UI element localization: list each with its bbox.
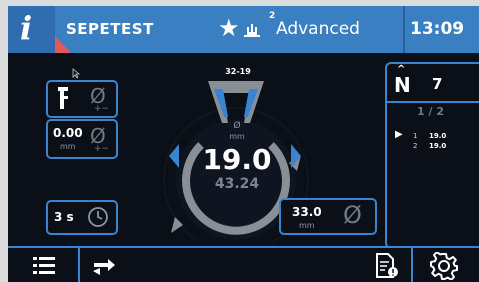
plus-minus-icon: +− [94, 144, 110, 154]
menu-button[interactable] [8, 248, 78, 282]
favorite-star-icon[interactable]: ★ [218, 15, 240, 41]
settings-button[interactable] [413, 248, 479, 282]
diameter-offset-unit: mm [60, 142, 76, 151]
user-level-icon [244, 24, 260, 37]
user-name[interactable]: SEPETEST [66, 20, 154, 38]
bottom-toolbar [8, 246, 479, 282]
screen: i SEPETEST ★ 2 Advanced 13:09 Ø +− 0.00 … [8, 6, 479, 282]
target-diameter-unit: mm [299, 221, 315, 230]
clock-time: 13:09 [410, 19, 465, 39]
tool-select-box[interactable]: Ø +− [46, 80, 118, 118]
dial-diameter-symbol: Ø [233, 121, 241, 131]
jaw-range-label: 32-19 [225, 67, 251, 76]
user-level-label[interactable]: Advanced [276, 19, 360, 39]
hold-time-value: 3 s [54, 210, 74, 224]
header-bar: i SEPETEST ★ 2 Advanced 13:09 [8, 6, 479, 53]
diameter-offset-box[interactable]: 0.00 mm Ø +− [46, 119, 118, 159]
header-divider [403, 6, 405, 53]
plus-minus-icon: +− [94, 104, 110, 114]
hold-time-box[interactable]: 3 s [46, 200, 118, 235]
results-divider [387, 101, 479, 103]
diameter-offset-value: 0.00 [53, 126, 83, 140]
info-button[interactable]: i [8, 6, 55, 53]
warning-triangle-icon [55, 36, 71, 53]
gear-icon [430, 252, 458, 280]
results-row-value: 19.0 [429, 132, 447, 140]
tool-icon [58, 87, 68, 109]
results-row-index: 2 [413, 142, 418, 150]
mouse-cursor-icon [72, 68, 80, 79]
count-value: 7 [432, 75, 443, 93]
list-icon [33, 257, 55, 274]
swap-arrows-icon [93, 259, 115, 275]
clock-icon [88, 207, 108, 227]
diameter-icon: Ø [343, 201, 362, 229]
swap-direction-button[interactable] [80, 248, 140, 282]
target-diameter-value: 33.0 [292, 205, 322, 219]
count-n-icon: ^ N [394, 64, 411, 97]
target-diameter-box[interactable]: 33.0 mm Ø [279, 198, 377, 235]
results-page-indicator: 1 / 2 [417, 105, 444, 118]
results-row-index: 1 [413, 132, 418, 140]
report-button[interactable] [365, 248, 405, 282]
report-document-icon [376, 253, 398, 278]
dial-value[interactable]: 19.0 [182, 143, 292, 176]
decrease-arrow-icon[interactable] [168, 143, 180, 169]
results-panel: ^ N 7 1 / 2 ▶ 1 19.0 2 19.0 [385, 62, 479, 249]
dial-sub-value: 43.24 [214, 176, 260, 192]
info-icon: i [20, 9, 33, 47]
current-row-arrow-icon: ▶ [395, 129, 403, 140]
dial-unit: mm [229, 132, 245, 141]
user-level-number: 2 [269, 11, 276, 21]
results-row-value: 19.0 [429, 142, 447, 150]
